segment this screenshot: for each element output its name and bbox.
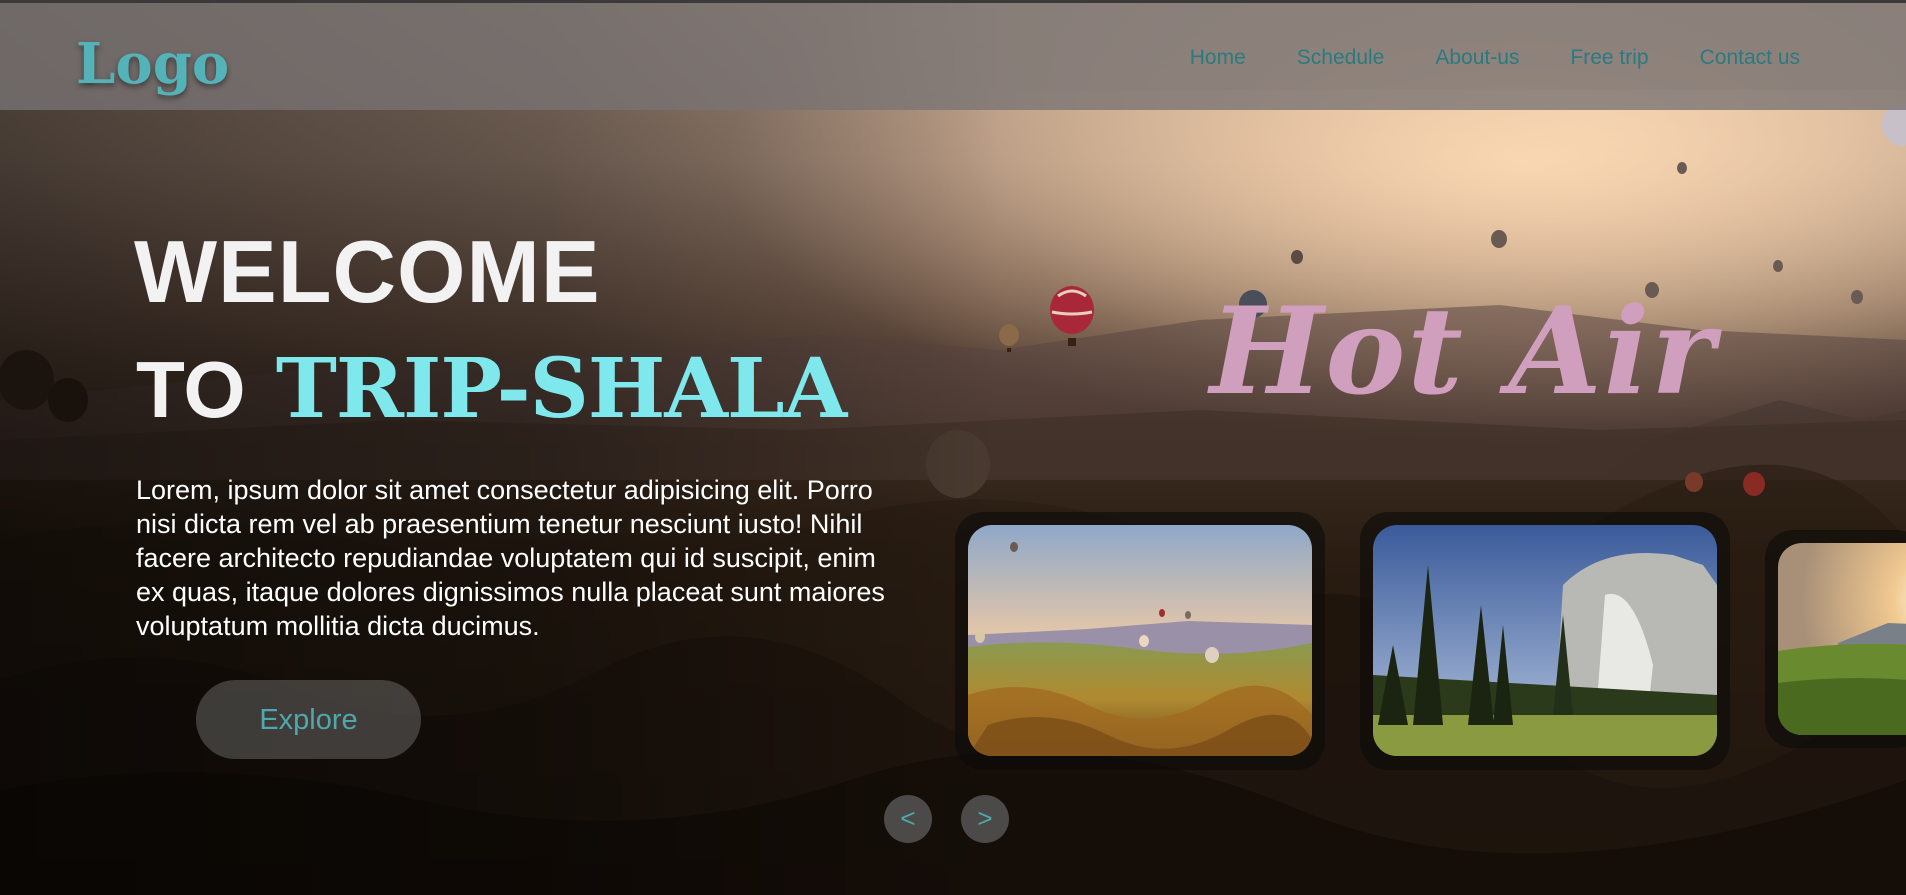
nav-free-trip[interactable]: Free trip <box>1570 43 1648 73</box>
hero-description: Lorem, ipsum dolor sit amet consectetur … <box>136 475 885 641</box>
balloon-icon <box>1851 290 1863 304</box>
carousel-card[interactable] <box>955 512 1325 770</box>
granite-cliff-pine-forest-photo <box>1373 525 1717 756</box>
hero-welcome-heading: WELCOME <box>134 222 601 321</box>
hero-brand-name: TRIP-SHALA <box>275 341 847 437</box>
balloon-icon <box>1685 472 1703 492</box>
carousel-next-button[interactable]: > <box>961 795 1009 843</box>
balloon-icon <box>1291 250 1303 264</box>
balloon-icon <box>1491 230 1507 248</box>
site-logo[interactable]: Logo <box>76 29 229 99</box>
hero-text-shade <box>0 0 1000 895</box>
carousel-prev-button[interactable]: < <box>884 795 932 843</box>
hot-air-tagline: Hot Air <box>1210 281 1717 422</box>
sunset-meadow-photo <box>1778 543 1906 735</box>
nav-about-us[interactable]: About-us <box>1435 43 1519 73</box>
site-header: Logo Home Schedule About-us Free trip Co… <box>0 0 1906 110</box>
balloon-icon <box>1882 104 1906 146</box>
carousel-card[interactable] <box>1360 512 1730 770</box>
hot-air-balloons-valley-photo <box>968 525 1312 756</box>
nav-contact-us[interactable]: Contact us <box>1700 43 1800 73</box>
balloon-icon <box>1773 260 1783 272</box>
hero-to-word: TO <box>136 345 246 434</box>
nav-schedule[interactable]: Schedule <box>1297 43 1385 73</box>
carousel-card[interactable] <box>1765 530 1906 748</box>
balloon-icon <box>999 324 1019 352</box>
red-balloon-icon <box>1050 286 1094 346</box>
landing-page: Logo Home Schedule About-us Free trip Co… <box>0 0 1906 895</box>
balloon-icon <box>1677 162 1687 174</box>
main-nav: Home Schedule About-us Free trip Contact… <box>1139 43 1800 73</box>
hero-title-line: TO TRIP-SHALA <box>136 339 847 440</box>
explore-button[interactable]: Explore <box>196 680 421 759</box>
nav-home[interactable]: Home <box>1190 43 1246 73</box>
balloon-icon <box>1743 472 1765 496</box>
